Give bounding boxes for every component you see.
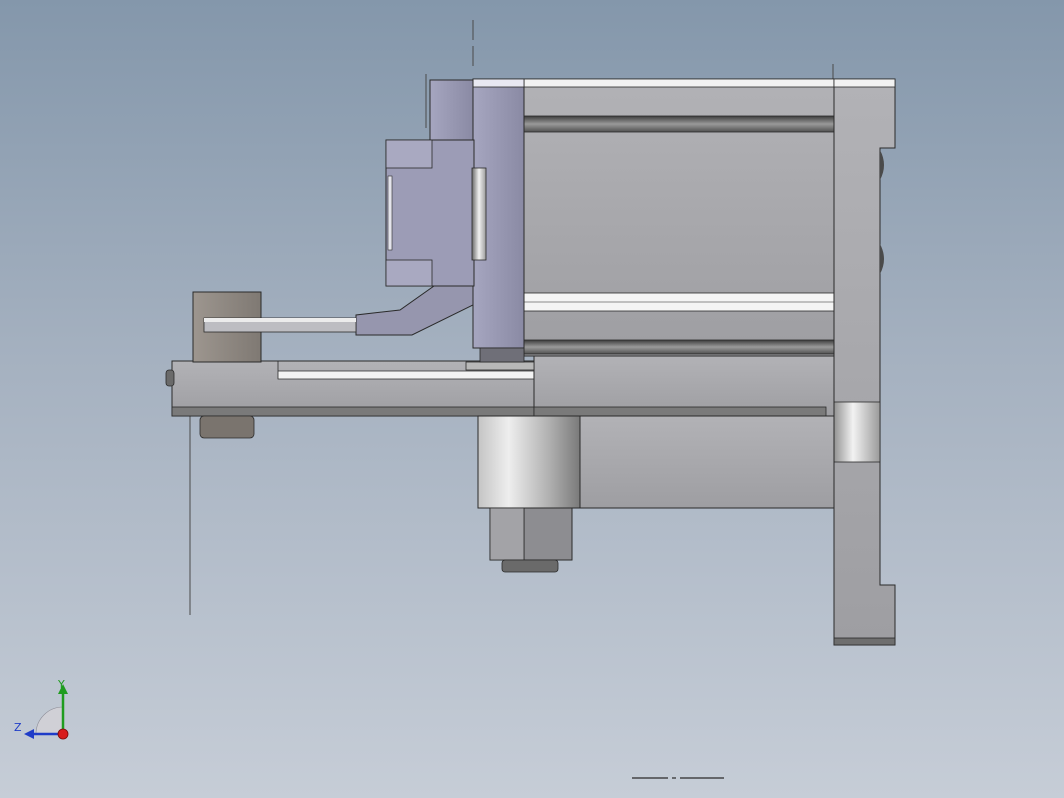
orientation-triad[interactable]: Y Z [12,676,76,746]
axis-z-label: Z [14,721,22,734]
triad-icon [24,684,69,740]
side-view-model[interactable] [0,0,1064,798]
axis-y-label: Y [58,678,65,691]
end-flange[interactable] [825,78,896,646]
scale-bar-icon [632,777,724,779]
front-end-cap[interactable] [355,78,525,363]
mounting-plate[interactable] [165,355,835,417]
graphics-viewport[interactable]: Y Z [0,0,1064,798]
lower-block[interactable] [477,415,835,573]
cylinder-body[interactable] [523,78,837,357]
